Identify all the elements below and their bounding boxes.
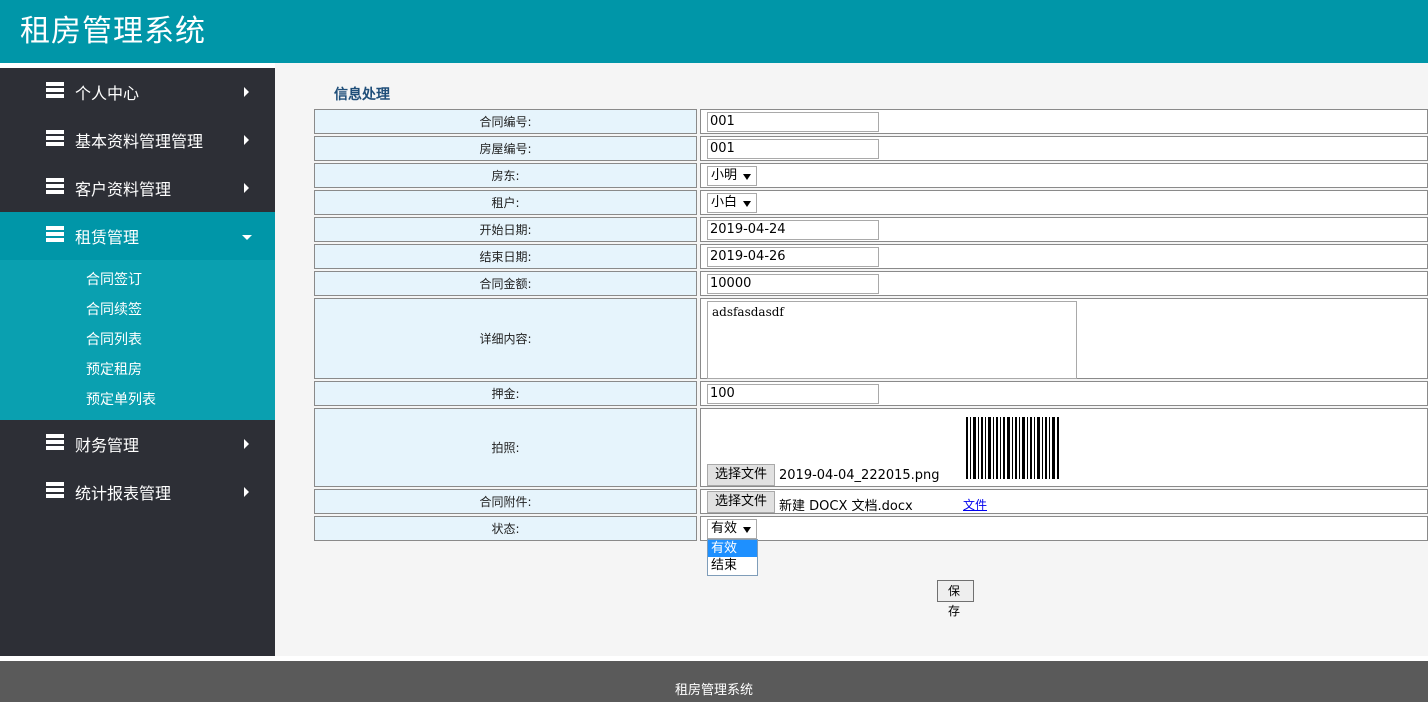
start-date-input[interactable]: 2019-04-24 [707, 220, 879, 240]
attachment-choose-file-button[interactable]: 选择文件 [707, 491, 775, 513]
sidebar-item-label: 统计报表管理 [75, 484, 172, 503]
form-row-photo: 拍照: 选择文件 2019-04-04_222015.png [314, 408, 1428, 487]
status-option-valid[interactable]: 有效 [708, 540, 757, 557]
field-label: 押金: [314, 381, 697, 406]
field-label: 房东: [314, 163, 697, 188]
sidebar-item-label: 租赁管理 [75, 228, 140, 247]
photo-choose-file-button[interactable]: 选择文件 [707, 464, 775, 486]
form-row-contract-no: 合同编号: 001 [314, 109, 1428, 134]
form-row-deposit: 押金: 100 [314, 381, 1428, 406]
submenu-item-contract-renew[interactable]: 合同续签 [0, 295, 275, 325]
status-option-ended[interactable]: 结束 [708, 557, 757, 574]
chevron-right-icon [244, 87, 249, 97]
dropdown-arrow-icon [743, 201, 751, 207]
form-row-house-no: 房屋编号: 001 [314, 136, 1428, 161]
footer-text: 租房管理系统 [674, 683, 753, 698]
chevron-right-icon [244, 487, 249, 497]
lease-submenu: 合同签订 合同续签 合同列表 预定租房 预定单列表 [0, 260, 275, 420]
stack-icon [46, 434, 64, 450]
landlord-select-value: 小明 [711, 168, 738, 183]
dropdown-arrow-icon [743, 174, 751, 180]
field-label: 开始日期: [314, 217, 697, 242]
field-cell: 有效 [700, 516, 1428, 541]
sidebar-item-label: 财务管理 [75, 436, 140, 455]
dropdown-arrow-icon [743, 527, 751, 533]
app-title: 租房管理系统 [20, 14, 206, 49]
submenu-item-contract-sign[interactable]: 合同签订 [0, 265, 275, 295]
form-row-status: 状态: 有效 [314, 516, 1428, 541]
form-row-landlord: 房东: 小明 [314, 163, 1428, 188]
section-title: 信息处理 [334, 87, 390, 103]
house-no-input[interactable]: 001 [707, 139, 879, 159]
form-row-attachment: 合同附件: 选择文件 新建 DOCX 文档.docx 文件 [314, 489, 1428, 514]
submenu-item-reserve-list[interactable]: 预定单列表 [0, 385, 275, 415]
sidebar-item-customer-data[interactable]: 客户资料管理 [0, 164, 275, 212]
barcode-image [966, 417, 1059, 479]
footer: 租房管理系统 [0, 661, 1428, 702]
field-cell: 10000 [700, 271, 1428, 296]
field-label: 合同附件: [314, 489, 697, 514]
sidebar-item-label: 个人中心 [75, 84, 140, 103]
form-row-tenant: 租户: 小白 [314, 190, 1428, 215]
field-cell: 100 [700, 381, 1428, 406]
field-cell: 001 [700, 109, 1428, 134]
sidebar-item-lease[interactable]: 租赁管理 [0, 212, 275, 260]
contract-no-input[interactable]: 001 [707, 112, 879, 132]
sidebar: 个人中心 基本资料管理管理 客户资料管理 租赁管理 合同签订 合同续签 合同列表… [0, 68, 275, 656]
submenu-item-contract-list[interactable]: 合同列表 [0, 325, 275, 355]
chevron-right-icon [244, 135, 249, 145]
stack-icon [46, 226, 64, 242]
form-row-end-date: 结束日期: 2019-04-26 [314, 244, 1428, 269]
app-header: 租房管理系统 [0, 0, 1428, 63]
field-cell: 选择文件 2019-04-04_222015.png [700, 408, 1428, 487]
field-label: 房屋编号: [314, 136, 697, 161]
chevron-down-icon [242, 235, 252, 240]
field-cell: 001 [700, 136, 1428, 161]
chevron-right-icon [244, 183, 249, 193]
save-button[interactable]: 保 存 [937, 580, 974, 618]
field-label: 拍照: [314, 408, 697, 487]
form-row-details: 详细内容: adsfasdasdf [314, 298, 1428, 379]
tenant-select[interactable]: 小白 [707, 193, 757, 213]
chevron-right-icon [244, 439, 249, 449]
sidebar-item-reports[interactable]: 统计报表管理 [0, 468, 275, 516]
tenant-select-value: 小白 [711, 195, 738, 210]
field-cell: 2019-04-24 [700, 217, 1428, 242]
photo-filename: 2019-04-04_222015.png [779, 468, 940, 483]
sidebar-item-personal-center[interactable]: 个人中心 [0, 68, 275, 116]
stack-icon [46, 178, 64, 194]
field-label: 详细内容: [314, 298, 697, 379]
status-dropdown-list: 有效 结束 [707, 539, 758, 576]
stack-icon [46, 482, 64, 498]
deposit-input[interactable]: 100 [707, 384, 879, 404]
stack-icon [46, 82, 64, 98]
sidebar-item-label: 客户资料管理 [75, 180, 172, 199]
field-cell: 小明 [700, 163, 1428, 188]
form-row-amount: 合同金额: 10000 [314, 271, 1428, 296]
submenu-item-reserve[interactable]: 预定租房 [0, 355, 275, 385]
landlord-select[interactable]: 小明 [707, 166, 757, 186]
field-label: 结束日期: [314, 244, 697, 269]
field-label: 合同金额: [314, 271, 697, 296]
sidebar-item-finance[interactable]: 财务管理 [0, 420, 275, 468]
attachment-file-link[interactable]: 文件 [963, 496, 987, 513]
status-select[interactable]: 有效 [707, 519, 757, 539]
status-select-value: 有效 [711, 521, 738, 536]
form-row-start-date: 开始日期: 2019-04-24 [314, 217, 1428, 242]
field-cell: 2019-04-26 [700, 244, 1428, 269]
details-textarea[interactable]: adsfasdasdf [707, 301, 1077, 379]
field-label: 合同编号: [314, 109, 697, 134]
end-date-input[interactable]: 2019-04-26 [707, 247, 879, 267]
sidebar-item-basic-data[interactable]: 基本资料管理管理 [0, 116, 275, 164]
field-label: 状态: [314, 516, 697, 541]
sidebar-item-label: 基本资料管理管理 [75, 132, 204, 151]
stack-icon [46, 130, 64, 146]
amount-input[interactable]: 10000 [707, 274, 879, 294]
field-cell: adsfasdasdf [700, 298, 1428, 379]
field-label: 租户: [314, 190, 697, 215]
field-cell: 选择文件 新建 DOCX 文档.docx 文件 [700, 489, 1428, 514]
field-cell: 小白 [700, 190, 1428, 215]
attachment-filename: 新建 DOCX 文档.docx [779, 499, 913, 514]
